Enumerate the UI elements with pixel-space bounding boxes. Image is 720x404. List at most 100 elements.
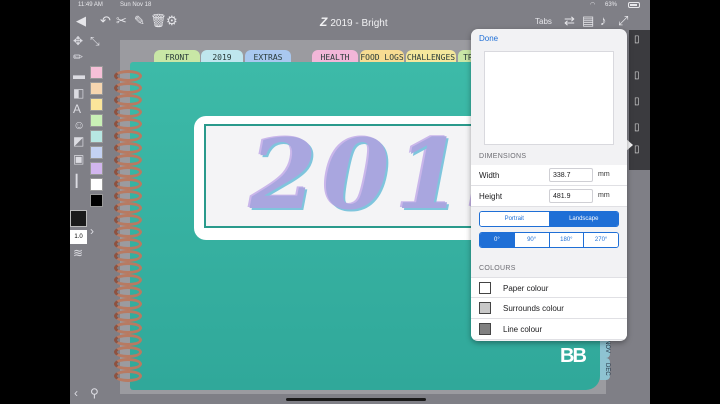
orientation-control: Portrait Landscape <box>479 211 619 227</box>
page-thumbnail-icon[interactable]: ▯ <box>634 34 640 45</box>
portrait-option[interactable]: Portrait <box>480 212 549 226</box>
tools-icon[interactable]: ✂ <box>116 14 127 28</box>
page-delete-icon[interactable]: ▯ <box>634 144 640 155</box>
line-colour-swatch <box>479 323 491 335</box>
height-label: Height <box>479 192 503 201</box>
share-icon[interactable]: ⇄ <box>564 14 575 28</box>
done-button[interactable]: Done <box>479 34 498 43</box>
page-settings-popover: Done DIMENSIONS Width mm Height mm Portr… <box>471 29 627 341</box>
popover-header: Done <box>471 29 627 49</box>
color-swatch[interactable] <box>90 98 103 111</box>
rotation-270-option[interactable]: 270° <box>583 233 618 247</box>
spiral-ring <box>114 358 142 370</box>
trash-icon[interactable]: 🗑 <box>150 14 167 28</box>
spiral-ring <box>114 370 142 382</box>
width-unit: mm <box>598 171 610 178</box>
spiral-ring <box>114 250 142 262</box>
spiral-ring <box>114 70 142 82</box>
battery-percent: 63% <box>605 2 618 8</box>
current-color[interactable] <box>70 210 87 227</box>
dimensions-header: DIMENSIONS <box>479 153 527 160</box>
tabs-button[interactable]: Tabs <box>535 17 552 26</box>
page-preview <box>484 51 614 145</box>
spiral-ring <box>114 286 142 298</box>
rotation-90-option[interactable]: 90° <box>513 233 549 247</box>
spiral-ring <box>114 346 142 358</box>
tab-dec[interactable]: DEC <box>600 358 610 380</box>
spiral-ring <box>114 190 142 202</box>
surrounds-colour-label: Surrounds colour <box>503 304 564 313</box>
stroke-size[interactable]: 1.0 <box>70 230 87 244</box>
height-input[interactable] <box>549 189 593 203</box>
spiral-ring <box>114 274 142 286</box>
brand-logo: BB <box>560 345 587 367</box>
color-swatch[interactable] <box>90 194 103 207</box>
rotation-180-option[interactable]: 180° <box>548 233 584 247</box>
move-icon[interactable]: ✥ <box>73 34 83 48</box>
spiral-ring <box>114 202 142 214</box>
mic-icon[interactable]: ♪ <box>600 14 607 28</box>
spiral-ring <box>114 178 142 190</box>
surrounds-colour-row[interactable]: Surrounds colour <box>471 298 627 319</box>
sticker-icon[interactable]: ☺ <box>73 118 85 132</box>
image-icon[interactable]: ▣ <box>73 152 84 166</box>
status-bar: 11:49 AM Sun Nov 18 ◠ 63% <box>70 0 650 10</box>
landscape-option[interactable]: Landscape <box>548 212 618 226</box>
status-date: Sun Nov 18 <box>120 2 152 8</box>
battery-icon <box>628 2 640 8</box>
back-icon[interactable]: ◀ <box>76 14 86 28</box>
home-indicator <box>286 398 426 401</box>
spiral-ring <box>114 130 142 142</box>
paper-colour-label: Paper colour <box>503 284 549 293</box>
left-tool-rail: ✥ ⤡ ✏ ▬ ◧ A ☺ ◩ ▣ ┃ 1.0 ≋ › ‹ ⚲ <box>70 34 120 404</box>
pencil-icon[interactable]: ✏ <box>73 50 83 64</box>
pen-icon[interactable]: ✎ <box>134 14 145 28</box>
expand-icon[interactable]: ⤢ <box>618 14 628 28</box>
spiral-ring <box>114 154 142 166</box>
status-time: 11:49 AM <box>78 2 103 8</box>
shape-icon[interactable]: ◩ <box>73 134 84 148</box>
spiral-ring <box>114 322 142 334</box>
text-icon[interactable]: A <box>73 102 81 116</box>
color-swatch[interactable] <box>90 162 103 175</box>
gear-icon[interactable]: ⚙ <box>166 14 178 28</box>
page-copy-icon[interactable]: ▯ <box>634 96 640 107</box>
paper-colour-row[interactable]: Paper colour <box>471 277 627 298</box>
collapse-icon[interactable]: › <box>90 224 94 238</box>
page-settings-icon[interactable]: ▯ <box>634 122 640 133</box>
spiral-ring <box>114 82 142 94</box>
color-swatch[interactable] <box>90 130 103 143</box>
highlighter-icon[interactable]: ▬ <box>73 68 85 82</box>
color-swatch[interactable] <box>90 178 103 191</box>
spiral-ring <box>114 166 142 178</box>
color-swatch[interactable] <box>90 82 103 95</box>
color-swatch[interactable] <box>90 114 103 127</box>
page-add-icon[interactable]: ▯ <box>634 70 640 81</box>
color-swatch[interactable] <box>90 66 103 79</box>
bottom-bar <box>70 387 650 404</box>
page-icon[interactable]: ▤ <box>582 14 594 28</box>
spiral-ring <box>114 214 142 226</box>
rotation-0-option[interactable]: 0° <box>480 233 514 247</box>
spiral-ring <box>114 106 142 118</box>
paper-colour-swatch <box>479 282 491 294</box>
lasso-icon[interactable]: ⤡ <box>90 34 100 49</box>
color-swatch[interactable] <box>90 146 103 159</box>
spiral-ring <box>114 94 142 106</box>
spiral-ring <box>114 310 142 322</box>
spiral-ring <box>114 226 142 238</box>
wifi-icon: ◠ <box>590 2 596 8</box>
size-slider-icon[interactable]: ┃ <box>73 174 80 188</box>
undo-icon[interactable]: ↶ <box>100 14 111 28</box>
layers-icon[interactable]: ≋ <box>73 246 83 260</box>
width-input[interactable] <box>549 168 593 182</box>
width-label: Width <box>479 171 500 180</box>
document-title: Z 2019 - Bright <box>320 15 388 29</box>
spiral-ring <box>114 118 142 130</box>
width-row: Width mm <box>471 165 627 186</box>
line-colour-row[interactable]: Line colour <box>471 319 627 340</box>
line-colour-label: Line colour <box>503 325 543 334</box>
height-unit: mm <box>598 192 610 199</box>
height-row: Height mm <box>471 186 627 207</box>
eraser-icon[interactable]: ◧ <box>73 86 84 100</box>
